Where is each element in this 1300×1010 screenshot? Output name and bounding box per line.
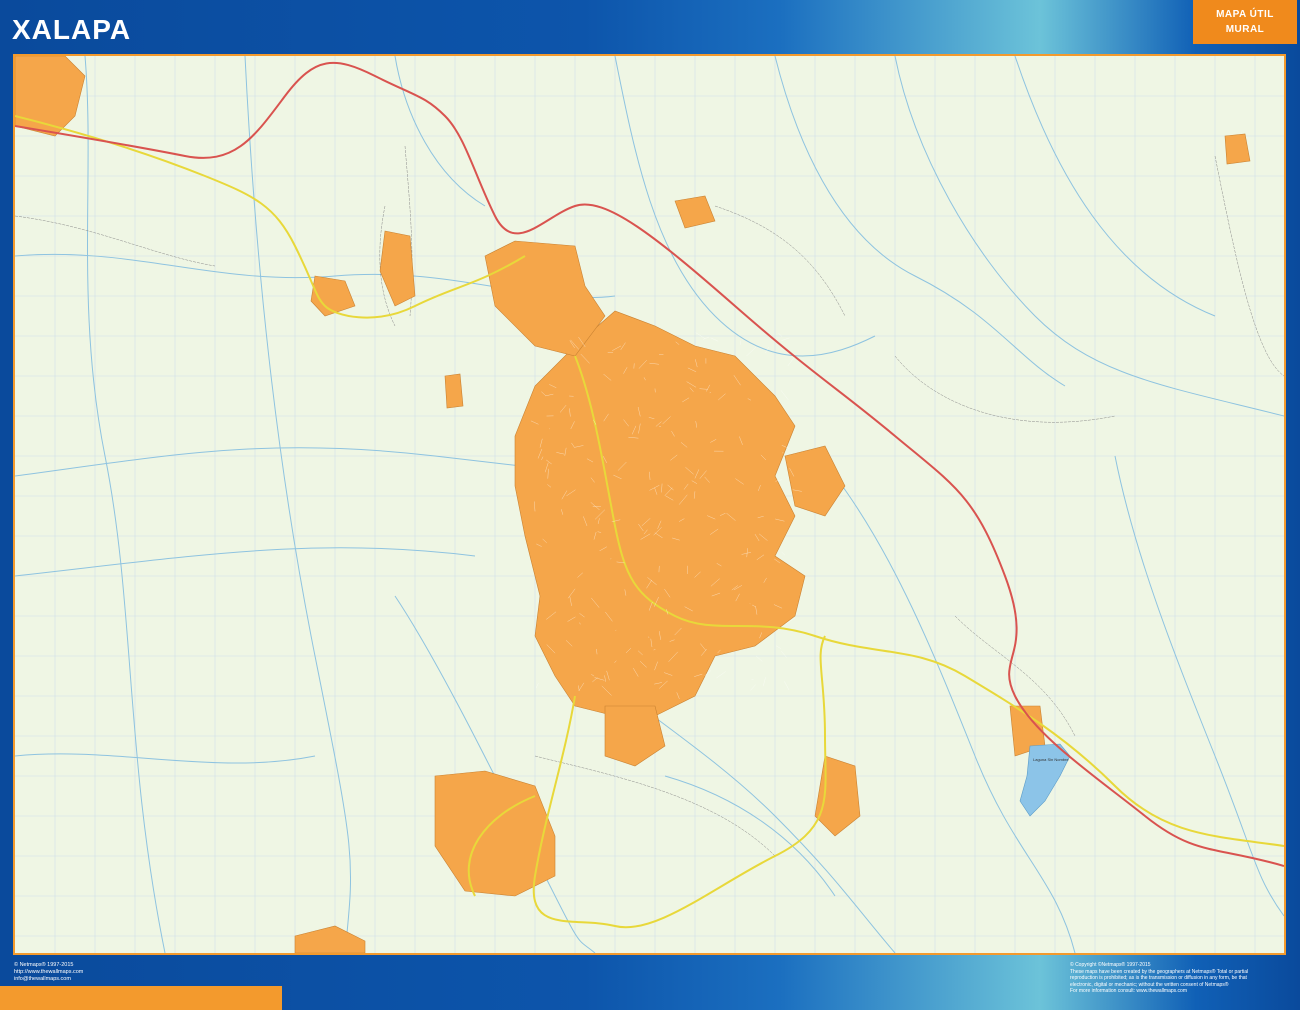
street bbox=[781, 551, 786, 556]
street bbox=[781, 337, 790, 341]
urban-banderilla bbox=[379, 230, 416, 307]
urban-east-lobe bbox=[784, 445, 846, 517]
urban-corner-nw bbox=[15, 56, 86, 137]
street bbox=[716, 671, 726, 679]
urban-north bbox=[484, 240, 606, 357]
badge-line2: MURAL bbox=[1225, 24, 1265, 35]
footer-orange-bar bbox=[0, 986, 282, 1010]
footer-right-line5: For more information consult: www.thewal… bbox=[1070, 988, 1187, 994]
urban-xalapa-center bbox=[514, 310, 806, 717]
map-title: XALAPA bbox=[12, 14, 132, 45]
street bbox=[746, 347, 757, 357]
urban-south-west bbox=[434, 770, 556, 897]
street bbox=[780, 390, 789, 401]
street bbox=[781, 651, 787, 658]
urban-far-ne bbox=[1224, 133, 1251, 165]
lake: Laguna Sin Nombre bbox=[1019, 743, 1071, 817]
footer-copyright: © Copyright ©Netmaps® 1997-2015 These ma… bbox=[1070, 962, 1285, 995]
urban-south bbox=[604, 705, 666, 767]
footer-left-line2[interactable]: http://www.thewallmaps.com bbox=[14, 969, 83, 976]
street bbox=[740, 340, 742, 345]
street bbox=[695, 332, 706, 339]
street bbox=[702, 336, 710, 340]
street bbox=[763, 677, 766, 687]
street bbox=[750, 684, 756, 691]
mapa-util-badge: MAPA ÚTIL MURAL bbox=[1193, 0, 1297, 44]
badge-line1: MAPA ÚTIL bbox=[1216, 9, 1274, 20]
street bbox=[787, 357, 795, 366]
street bbox=[784, 681, 790, 691]
footer-left-line3[interactable]: info@thewallmaps.com bbox=[14, 976, 83, 983]
map-canvas[interactable]: Laguna Sin Nombre bbox=[13, 54, 1286, 955]
footer-left-line1: © Netmaps® 1997-2015 bbox=[14, 962, 74, 968]
street bbox=[710, 337, 719, 342]
footer-left: © Netmaps® 1997-2015 http://www.thewallm… bbox=[14, 962, 83, 983]
street bbox=[755, 655, 763, 662]
urban-areas bbox=[15, 56, 1251, 953]
street bbox=[535, 683, 539, 689]
lake-label: Laguna Sin Nombre bbox=[1033, 757, 1069, 762]
street bbox=[775, 645, 782, 649]
urban-west-mid bbox=[444, 373, 464, 409]
urban-bottom-left bbox=[294, 925, 366, 953]
map-svg: Laguna Sin Nombre bbox=[15, 56, 1284, 953]
urban-ne-small bbox=[674, 195, 716, 229]
urban-south-east bbox=[814, 755, 861, 837]
